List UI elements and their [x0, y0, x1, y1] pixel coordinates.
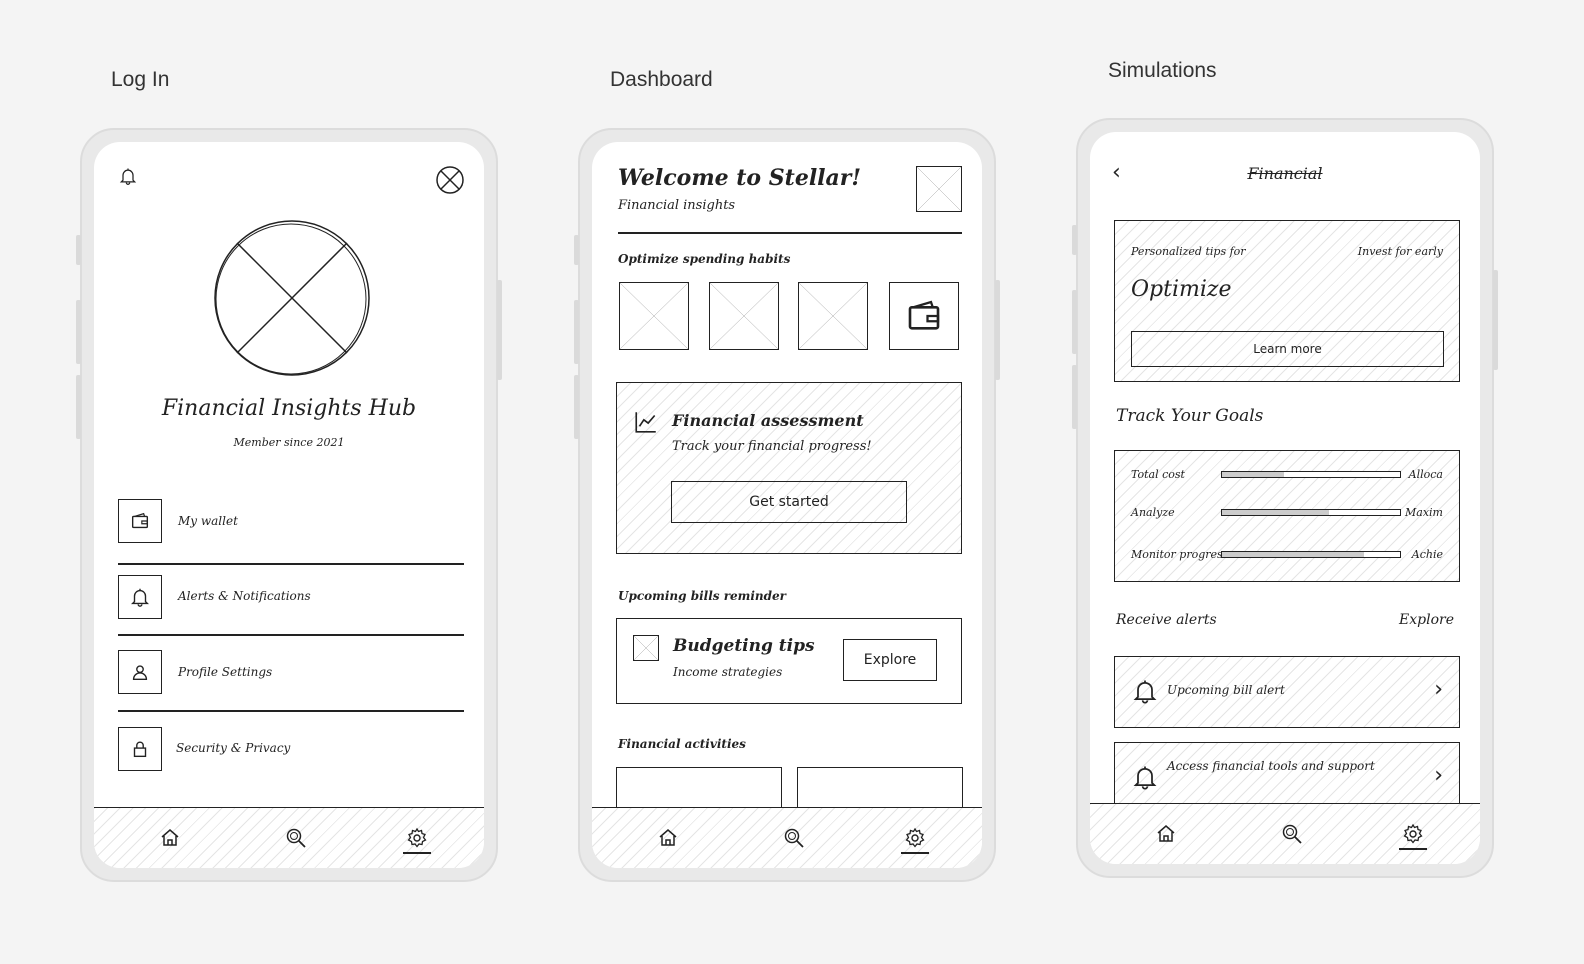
- budget-tips-title: Budgeting tips: [673, 636, 815, 656]
- bottom-nav: [592, 807, 982, 868]
- search-icon[interactable]: [1280, 822, 1304, 846]
- screen-label-login: Log In: [111, 68, 170, 91]
- gear-icon[interactable]: [903, 826, 927, 850]
- goal-label: Analyze: [1131, 506, 1175, 519]
- home-icon[interactable]: [158, 826, 182, 850]
- chevron-right-icon: ›: [1434, 763, 1443, 788]
- phone-login: Financial Insights Hub Member since 2021…: [76, 128, 502, 882]
- bell-icon: [1131, 763, 1159, 791]
- menu-label-profile: Profile Settings: [178, 665, 273, 679]
- goal-progress-bar: [1221, 509, 1401, 516]
- search-icon[interactable]: [284, 826, 308, 850]
- welcome-subtitle: Financial insights: [618, 198, 736, 213]
- get-started-button[interactable]: Get started: [671, 481, 907, 523]
- member-since: Member since 2021: [233, 436, 345, 449]
- promo-title: Optimize: [1131, 277, 1232, 302]
- section-bills-title: Upcoming bills reminder: [618, 589, 786, 603]
- learn-more-button[interactable]: Learn more: [1131, 331, 1444, 367]
- close-icon[interactable]: [435, 165, 465, 195]
- goal-label: Monitor progress: [1131, 548, 1229, 561]
- avatar-placeholder[interactable]: [916, 166, 962, 212]
- menu-label-alerts: Alerts & Notifications: [178, 589, 311, 603]
- gear-icon[interactable]: [1401, 822, 1425, 846]
- alert-label: Upcoming bill alert: [1167, 683, 1285, 697]
- screen-label-simulations: Simulations: [1108, 59, 1217, 82]
- header-title: Financial: [1247, 164, 1323, 183]
- bell-icon: [1131, 677, 1159, 705]
- image-placeholder[interactable]: [619, 282, 689, 350]
- user-icon: [129, 661, 151, 683]
- phone-dashboard: Welcome to Stellar! Financial insights O…: [574, 128, 1000, 882]
- assessment-title: Financial assessment: [672, 411, 864, 430]
- menu-label-security: Security & Privacy: [176, 741, 291, 755]
- goal-right-label: Maxim: [1405, 506, 1443, 519]
- bottom-nav: [94, 807, 484, 868]
- gear-icon[interactable]: [405, 826, 429, 850]
- chevron-right-icon: ›: [1434, 677, 1443, 702]
- simulations-screen: ‹ Financial Personalized tips for Invest…: [1090, 132, 1480, 864]
- login-screen: Financial Insights Hub Member since 2021…: [94, 142, 484, 868]
- alert-label: Access financial tools and support: [1167, 759, 1375, 773]
- chart-icon: [633, 409, 659, 435]
- wallet-icon: [129, 510, 151, 532]
- wallet-icon: [902, 295, 946, 337]
- promo-caption-left: Personalized tips for: [1131, 245, 1246, 258]
- image-placeholder: [633, 635, 659, 661]
- bottom-nav: [1090, 803, 1480, 864]
- wallet-tile[interactable]: [889, 282, 959, 350]
- goal-progress-bar: [1221, 551, 1401, 558]
- image-placeholder[interactable]: [709, 282, 779, 350]
- goals-card: Total cost Alloca Analyze Maxim Monitor …: [1114, 450, 1460, 582]
- explore-button[interactable]: Explore: [843, 639, 937, 681]
- screen-label-dashboard: Dashboard: [610, 68, 713, 91]
- home-icon[interactable]: [1154, 822, 1178, 846]
- goal-right-label: Achie: [1411, 548, 1443, 561]
- profile-title: Financial Insights Hub: [161, 396, 417, 421]
- bell-icon[interactable]: [118, 166, 138, 186]
- search-icon[interactable]: [782, 826, 806, 850]
- welcome-title: Welcome to Stellar!: [618, 165, 862, 191]
- assessment-card: Financial assessment Track your financia…: [616, 382, 962, 554]
- dashboard-screen: Welcome to Stellar! Financial insights O…: [592, 142, 982, 868]
- avatar-placeholder: [214, 220, 370, 376]
- menu-label-wallet: My wallet: [178, 514, 238, 528]
- bell-icon: [129, 586, 151, 608]
- lock-icon: [129, 738, 151, 760]
- alerts-explore-link[interactable]: Explore: [1399, 612, 1454, 628]
- budget-tips-subtitle: Income strategies: [673, 665, 783, 679]
- section-activities-title: Financial activities: [618, 737, 746, 751]
- section-optimize-title: Optimize spending habits: [618, 252, 791, 266]
- goal-label: Total cost: [1131, 468, 1185, 481]
- alerts-title: Receive alerts: [1116, 612, 1217, 628]
- home-icon[interactable]: [656, 826, 680, 850]
- assessment-subtitle: Track your financial progress!: [672, 439, 872, 454]
- goal-right-label: Alloca: [1408, 468, 1443, 481]
- goal-progress-bar: [1221, 471, 1401, 478]
- image-placeholder[interactable]: [798, 282, 868, 350]
- promo-card: Personalized tips for Invest for early O…: [1114, 220, 1460, 382]
- goals-title: Track Your Goals: [1116, 406, 1264, 426]
- budget-tips-card[interactable]: Budgeting tips Income strategies Explore: [616, 618, 962, 704]
- alert-item[interactable]: Upcoming bill alert ›: [1114, 656, 1460, 728]
- phone-simulations: ‹ Financial Personalized tips for Invest…: [1072, 118, 1498, 878]
- promo-caption-right: Invest for early: [1357, 245, 1443, 258]
